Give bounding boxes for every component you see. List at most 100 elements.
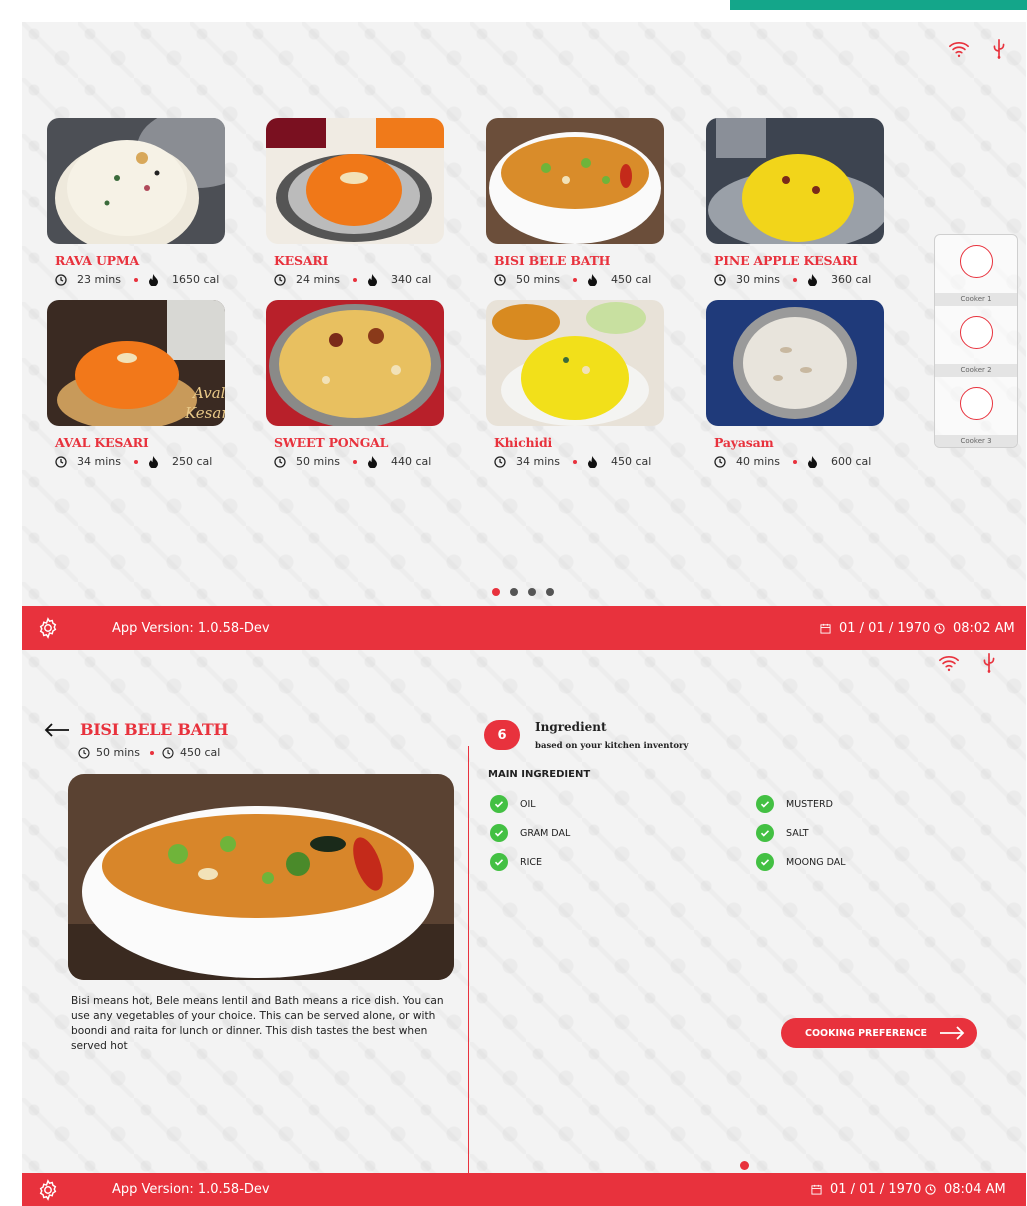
- flame-icon: [148, 273, 158, 286]
- recipe-card-sweet-pongal[interactable]: SWEET PONGAL 50 mins 440 cal: [266, 300, 444, 468]
- ingredient-name: GRAM DAL: [520, 827, 571, 839]
- separator-dot: [352, 277, 357, 282]
- recipe-card-kesari[interactable]: KESARI 24 mins 340 cal: [266, 118, 444, 286]
- usb-icon: [983, 653, 995, 673]
- separator-dot: [133, 459, 138, 464]
- ingredient-item: GRAM DAL: [490, 824, 570, 842]
- clock-icon: [274, 455, 286, 468]
- recipe-title: Khichidi: [494, 435, 553, 450]
- recipe-card-khichidi[interactable]: Khichidi 34 mins 450 cal: [486, 300, 664, 468]
- page-dot[interactable]: [546, 588, 554, 596]
- arrow-right-icon: [940, 1026, 965, 1040]
- check-icon: [490, 795, 508, 813]
- flame-icon: [367, 455, 377, 468]
- time-display: 08:02 AM: [934, 621, 1015, 636]
- separator-dot: [572, 459, 577, 464]
- status-icons: [938, 652, 1000, 674]
- recipe-meta: 40 mins 600 cal: [714, 455, 884, 468]
- cooking-preference-label: COOKING PREFERENCE: [805, 1027, 928, 1039]
- ingredient-item: MOONG DAL: [756, 853, 846, 871]
- usb-icon: [993, 39, 1005, 59]
- calendar-icon: [820, 623, 831, 634]
- ingredient-subheading: based on your kitchen inventory: [535, 741, 689, 751]
- flame-icon: [587, 273, 597, 286]
- cooker-panel: Cooker 1 Cooker 2 Cooker 3: [934, 234, 1018, 448]
- clock-icon: [714, 455, 726, 468]
- date-display: 01 / 01 / 1970: [820, 621, 930, 636]
- recipe-list-screen: RAVA UPMA 23 mins 1650 cal KESARI 24 min…: [22, 22, 1026, 606]
- clock-icon: [925, 1184, 936, 1195]
- recipe-time: 23 mins: [77, 273, 121, 286]
- recipe-description: Bisi means hot, Bele means lentil and Ba…: [71, 995, 444, 1053]
- cooker-slot-1[interactable]: Cooker 1: [935, 235, 1017, 306]
- date-text: 01 / 01 / 1970: [839, 620, 931, 636]
- ingredient-heading: Ingredient: [535, 720, 607, 734]
- wifi-icon: [939, 655, 959, 672]
- recipe-title: AVAL KESARI: [55, 435, 149, 450]
- date-display: 01 / 01 / 1970: [811, 1182, 921, 1197]
- svg-text:Kesari: Kesari: [184, 404, 225, 422]
- recipe-title: Payasam: [714, 435, 774, 450]
- clock-icon: [162, 746, 174, 759]
- page-dot[interactable]: [528, 588, 536, 596]
- gear-icon[interactable]: [37, 617, 59, 639]
- clock-icon: [55, 455, 67, 468]
- cooking-preference-button[interactable]: COOKING PREFERENCE: [781, 1018, 977, 1048]
- flame-icon: [587, 455, 597, 468]
- recipe-time: 50 mins: [96, 746, 140, 759]
- cooker-status-circle: [960, 245, 993, 278]
- cooker-slot-3[interactable]: Cooker 3: [935, 377, 1017, 447]
- recipe-time: 40 mins: [736, 455, 780, 468]
- cooker-slot-2[interactable]: Cooker 2: [935, 306, 1017, 377]
- separator-dot: [149, 750, 154, 755]
- status-icons: [948, 38, 1010, 60]
- recipe-card-rava-upma[interactable]: RAVA UPMA 23 mins 1650 cal: [47, 118, 225, 286]
- recipe-image: Aval Kesari: [47, 300, 225, 426]
- recipe-meta: 34 mins 250 cal: [55, 455, 225, 468]
- clock-icon: [274, 273, 286, 286]
- clock-icon: [714, 273, 726, 286]
- ingredient-name: SALT: [786, 827, 809, 839]
- arrow-left-icon[interactable]: [44, 722, 70, 738]
- recipe-detail-screen: BISI BELE BATH 50 mins 450 cal Bisi mean…: [22, 650, 1026, 1173]
- flame-icon: [807, 273, 817, 286]
- recipe-card-aval-kesari[interactable]: Aval Kesari AVAL KESARI 34 mins 250 cal: [47, 300, 225, 468]
- time-display: 08:04 AM: [925, 1182, 1006, 1197]
- recipe-card-payasam[interactable]: Payasam 40 mins 600 cal: [706, 300, 884, 468]
- flame-icon: [367, 273, 377, 286]
- recipe-calories: 450 cal: [179, 746, 221, 759]
- page-dot-active[interactable]: [492, 588, 500, 596]
- wifi-icon: [949, 41, 969, 58]
- page-dot[interactable]: [510, 588, 518, 596]
- recipe-image: [706, 118, 884, 244]
- page-dot-active[interactable]: [740, 1161, 749, 1170]
- check-icon: [756, 853, 774, 871]
- recipe-calories: 250 cal: [171, 455, 213, 468]
- recipe-calories: 450 cal: [610, 455, 652, 468]
- recipe-card-bisi-bele-bath[interactable]: BISI BELE BATH 50 mins 450 cal: [486, 118, 664, 286]
- ingredient-item: SALT: [756, 824, 809, 842]
- check-icon: [756, 824, 774, 842]
- recipe-time: 34 mins: [516, 455, 560, 468]
- recipe-title: SWEET PONGAL: [274, 435, 389, 450]
- recipe-time: 50 mins: [516, 273, 560, 286]
- recipe-calories: 440 cal: [390, 455, 432, 468]
- clock-icon: [494, 273, 506, 286]
- recipe-time: 50 mins: [296, 455, 340, 468]
- gear-icon[interactable]: [37, 1178, 59, 1201]
- recipe-image: [47, 118, 225, 244]
- teal-progress-bar: [730, 0, 1027, 10]
- clock-icon: [494, 455, 506, 468]
- ingredient-name: OIL: [520, 798, 536, 810]
- clock-icon: [934, 622, 945, 634]
- separator-dot: [792, 459, 797, 464]
- recipe-calories: 1650 cal: [171, 273, 220, 286]
- time-text: 08:04 AM: [944, 1182, 1006, 1197]
- separator-dot: [352, 459, 357, 464]
- recipe-image: [486, 118, 664, 244]
- ingredient-name: MUSTERD: [786, 798, 833, 810]
- clock-icon: [78, 746, 90, 759]
- recipe-meta: 34 mins 450 cal: [494, 455, 664, 468]
- ingredient-item: OIL: [490, 795, 536, 813]
- recipe-card-pine-apple-kesari[interactable]: PINE APPLE KESARI 30 mins 360 cal: [706, 118, 884, 286]
